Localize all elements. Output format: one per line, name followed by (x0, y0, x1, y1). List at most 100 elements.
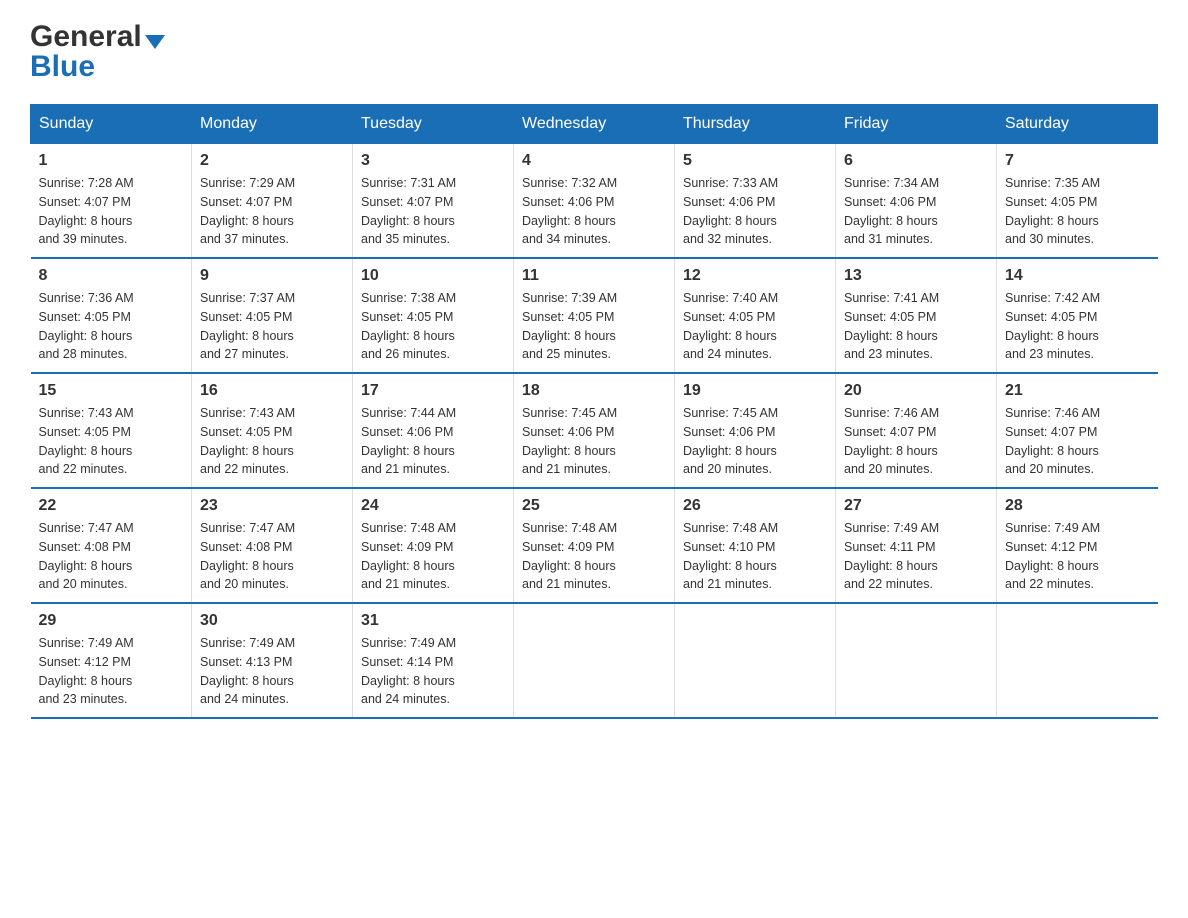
calendar-cell: 10 Sunrise: 7:38 AMSunset: 4:05 PMDayligh… (353, 258, 514, 373)
day-info: Sunrise: 7:45 AMSunset: 4:06 PMDaylight:… (522, 404, 666, 479)
calendar-cell: 12Sunrise: 7:40 AMSunset: 4:05 PMDayligh… (675, 258, 836, 373)
calendar-week-row: 8 Sunrise: 7:36 AMSunset: 4:05 PMDaylight… (31, 258, 1158, 373)
day-info: Sunrise: 7:39 AMSunset: 4:05 PMDaylight:… (522, 289, 666, 364)
day-number: 5 (683, 152, 827, 170)
day-info: Sunrise: 7:35 AMSunset: 4:05 PMDaylight:… (1005, 174, 1150, 249)
day-number: 6 (844, 152, 988, 170)
day-of-week-header: Monday (192, 105, 353, 144)
day-number: 27 (844, 497, 988, 515)
calendar-cell: 24 Sunrise: 7:48 AMSunset: 4:09 PMDayligh… (353, 488, 514, 603)
calendar-cell: 19 Sunrise: 7:45 AMSunset: 4:06 PMDayligh… (675, 373, 836, 488)
day-info: Sunrise: 7:32 AMSunset: 4:06 PMDaylight:… (522, 174, 666, 249)
day-info: Sunrise: 7:47 AMSunset: 4:08 PMDaylight:… (39, 519, 184, 594)
day-info: Sunrise: 7:45 AMSunset: 4:06 PMDaylight:… (683, 404, 827, 479)
logo: General Blue (30, 20, 165, 84)
day-info: Sunrise: 7:43 AMSunset: 4:05 PMDaylight:… (39, 404, 184, 479)
day-info: Sunrise: 7:49 AMSunset: 4:14 PMDaylight:… (361, 634, 505, 709)
day-number: 21 (1005, 382, 1150, 400)
day-info: Sunrise: 7:46 AMSunset: 4:07 PMDaylight:… (844, 404, 988, 479)
logo-blue: Blue (30, 50, 95, 84)
calendar-cell: 26Sunrise: 7:48 AMSunset: 4:10 PMDayligh… (675, 488, 836, 603)
day-info: Sunrise: 7:44 AMSunset: 4:06 PMDaylight:… (361, 404, 505, 479)
calendar-cell: 2 Sunrise: 7:29 AMSunset: 4:07 PMDaylight… (192, 144, 353, 259)
day-number: 20 (844, 382, 988, 400)
day-of-week-header: Wednesday (514, 105, 675, 144)
day-info: Sunrise: 7:28 AMSunset: 4:07 PMDaylight:… (39, 174, 184, 249)
calendar-cell: 31 Sunrise: 7:49 AMSunset: 4:14 PMDayligh… (353, 603, 514, 718)
day-info: Sunrise: 7:49 AMSunset: 4:12 PMDaylight:… (39, 634, 184, 709)
calendar-cell: 11 Sunrise: 7:39 AMSunset: 4:05 PMDayligh… (514, 258, 675, 373)
day-of-week-header: Friday (836, 105, 997, 144)
day-number: 19 (683, 382, 827, 400)
calendar-week-row: 1 Sunrise: 7:28 AMSunset: 4:07 PMDaylight… (31, 144, 1158, 259)
calendar-cell: 22 Sunrise: 7:47 AMSunset: 4:08 PMDayligh… (31, 488, 192, 603)
calendar-cell: 8 Sunrise: 7:36 AMSunset: 4:05 PMDaylight… (31, 258, 192, 373)
calendar-cell: 21 Sunrise: 7:46 AMSunset: 4:07 PMDayligh… (997, 373, 1158, 488)
day-of-week-header: Thursday (675, 105, 836, 144)
day-number: 31 (361, 612, 505, 630)
calendar-cell: 5Sunrise: 7:33 AMSunset: 4:06 PMDaylight… (675, 144, 836, 259)
calendar-cell: 17Sunrise: 7:44 AMSunset: 4:06 PMDayligh… (353, 373, 514, 488)
day-number: 23 (200, 497, 344, 515)
calendar-cell: 18 Sunrise: 7:45 AMSunset: 4:06 PMDayligh… (514, 373, 675, 488)
day-number: 22 (39, 497, 184, 515)
day-info: Sunrise: 7:48 AMSunset: 4:09 PMDaylight:… (522, 519, 666, 594)
day-info: Sunrise: 7:42 AMSunset: 4:05 PMDaylight:… (1005, 289, 1150, 364)
day-number: 24 (361, 497, 505, 515)
calendar-cell: 1 Sunrise: 7:28 AMSunset: 4:07 PMDaylight… (31, 144, 192, 259)
day-number: 4 (522, 152, 666, 170)
calendar-cell: 15 Sunrise: 7:43 AMSunset: 4:05 PMDayligh… (31, 373, 192, 488)
calendar-header-row: SundayMondayTuesdayWednesdayThursdayFrid… (31, 105, 1158, 144)
calendar-cell: 7 Sunrise: 7:35 AMSunset: 4:05 PMDaylight… (997, 144, 1158, 259)
day-info: Sunrise: 7:48 AMSunset: 4:09 PMDaylight:… (361, 519, 505, 594)
calendar-table: SundayMondayTuesdayWednesdayThursdayFrid… (30, 104, 1158, 719)
logo-triangle (145, 35, 165, 49)
calendar-cell (675, 603, 836, 718)
calendar-week-row: 22 Sunrise: 7:47 AMSunset: 4:08 PMDayligh… (31, 488, 1158, 603)
calendar-cell: 13Sunrise: 7:41 AMSunset: 4:05 PMDayligh… (836, 258, 997, 373)
calendar-cell: 9Sunrise: 7:37 AMSunset: 4:05 PMDaylight… (192, 258, 353, 373)
day-number: 9 (200, 267, 344, 285)
calendar-cell: 30Sunrise: 7:49 AMSunset: 4:13 PMDayligh… (192, 603, 353, 718)
day-number: 10 (361, 267, 505, 285)
day-info: Sunrise: 7:36 AMSunset: 4:05 PMDaylight:… (39, 289, 184, 364)
calendar-cell: 6 Sunrise: 7:34 AMSunset: 4:06 PMDaylight… (836, 144, 997, 259)
calendar-week-row: 29 Sunrise: 7:49 AMSunset: 4:12 PMDayligh… (31, 603, 1158, 718)
day-info: Sunrise: 7:31 AMSunset: 4:07 PMDaylight:… (361, 174, 505, 249)
day-number: 8 (39, 267, 184, 285)
calendar-cell: 27 Sunrise: 7:49 AMSunset: 4:11 PMDayligh… (836, 488, 997, 603)
day-number: 1 (39, 152, 184, 170)
calendar-cell: 16 Sunrise: 7:43 AMSunset: 4:05 PMDayligh… (192, 373, 353, 488)
calendar-cell (997, 603, 1158, 718)
day-info: Sunrise: 7:29 AMSunset: 4:07 PMDaylight:… (200, 174, 344, 249)
day-number: 12 (683, 267, 827, 285)
day-number: 3 (361, 152, 505, 170)
day-info: Sunrise: 7:48 AMSunset: 4:10 PMDaylight:… (683, 519, 827, 594)
day-number: 16 (200, 382, 344, 400)
day-number: 13 (844, 267, 988, 285)
calendar-cell: 28Sunrise: 7:49 AMSunset: 4:12 PMDayligh… (997, 488, 1158, 603)
day-number: 2 (200, 152, 344, 170)
day-number: 11 (522, 267, 666, 285)
day-info: Sunrise: 7:47 AMSunset: 4:08 PMDaylight:… (200, 519, 344, 594)
calendar-cell: 25 Sunrise: 7:48 AMSunset: 4:09 PMDayligh… (514, 488, 675, 603)
day-info: Sunrise: 7:38 AMSunset: 4:05 PMDaylight:… (361, 289, 505, 364)
day-number: 7 (1005, 152, 1150, 170)
calendar-cell: 23 Sunrise: 7:47 AMSunset: 4:08 PMDayligh… (192, 488, 353, 603)
day-info: Sunrise: 7:46 AMSunset: 4:07 PMDaylight:… (1005, 404, 1150, 479)
day-info: Sunrise: 7:49 AMSunset: 4:11 PMDaylight:… (844, 519, 988, 594)
day-info: Sunrise: 7:43 AMSunset: 4:05 PMDaylight:… (200, 404, 344, 479)
page-header: General Blue (30, 20, 1158, 84)
day-number: 25 (522, 497, 666, 515)
day-of-week-header: Saturday (997, 105, 1158, 144)
day-of-week-header: Sunday (31, 105, 192, 144)
day-of-week-header: Tuesday (353, 105, 514, 144)
calendar-cell: 14 Sunrise: 7:42 AMSunset: 4:05 PMDayligh… (997, 258, 1158, 373)
day-info: Sunrise: 7:34 AMSunset: 4:06 PMDaylight:… (844, 174, 988, 249)
day-number: 18 (522, 382, 666, 400)
calendar-cell (836, 603, 997, 718)
day-number: 15 (39, 382, 184, 400)
day-number: 29 (39, 612, 184, 630)
day-number: 14 (1005, 267, 1150, 285)
calendar-cell: 4 Sunrise: 7:32 AMSunset: 4:06 PMDaylight… (514, 144, 675, 259)
